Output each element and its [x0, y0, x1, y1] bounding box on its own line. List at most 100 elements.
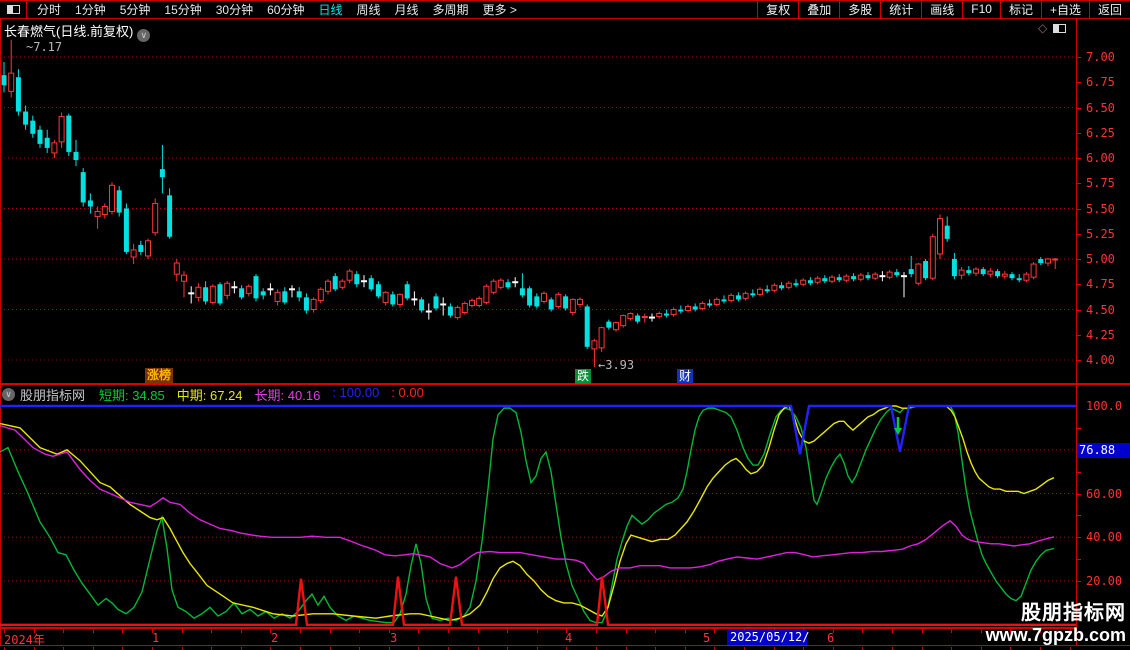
period-menu-item[interactable]: 5分钟 — [113, 1, 158, 18]
timeline-tick — [714, 629, 715, 633]
action-menu: 复权叠加多股统计画线F10标记+自选返回 — [757, 0, 1130, 18]
period-menu-item[interactable]: 日线 — [311, 1, 349, 18]
price-axis-label: 6.75 — [1086, 75, 1115, 89]
watermark-brand: 股朋指标网 — [986, 596, 1126, 625]
axis-tick — [1076, 428, 1081, 429]
indicator-value-pair: : 0.00 — [391, 385, 424, 404]
axis-tick — [1076, 133, 1081, 134]
timeline-tick — [981, 629, 982, 633]
split-window-icon — [7, 5, 20, 14]
timeline-tick — [892, 629, 893, 633]
indicator-values: 短期: 34.85中期: 67.24长期: 40.16: 100.00: 0.0… — [99, 385, 436, 404]
axis-tick — [1076, 284, 1081, 285]
axis-tick — [1076, 108, 1081, 109]
axis-tick — [1076, 537, 1081, 538]
timeline-tick — [63, 629, 64, 633]
indicator-title: 股朋指标网 — [20, 385, 85, 404]
timeline-label: 1 — [152, 631, 159, 645]
action-menu-item[interactable]: +自选 — [1041, 0, 1089, 18]
split-window-icon[interactable] — [1053, 24, 1066, 33]
period-menu-item[interactable]: 15分钟 — [157, 1, 208, 18]
timeline-tick — [330, 629, 331, 633]
timeline-tick — [951, 629, 952, 633]
timeline-tick — [685, 629, 686, 633]
indicator-current-value: 76.88 — [1077, 443, 1130, 458]
price-axis-label: 4.50 — [1086, 303, 1115, 317]
action-menu-item[interactable]: 画线 — [921, 0, 962, 18]
indicator-axis-label: 40.00 — [1086, 530, 1122, 544]
axis-tick — [1076, 158, 1081, 159]
timeline-label: 6 — [827, 631, 834, 645]
price-axis-label: 5.50 — [1086, 202, 1115, 216]
zhangbang-tag: 涨榜 — [145, 368, 173, 383]
price-axis-label: 4.75 — [1086, 277, 1115, 291]
action-menu-item[interactable]: 返回 — [1089, 0, 1130, 18]
timeline-label: 3 — [390, 631, 397, 645]
period-menu-item[interactable]: 更多 > — [476, 1, 524, 18]
crosshair-date-box: 2025/05/12/— — [727, 630, 807, 645]
period-menu-item[interactable]: 30分钟 — [209, 1, 260, 18]
timeline-label: 2 — [271, 631, 278, 645]
period-menu-item[interactable]: 分时 — [30, 1, 68, 18]
timeline-tick — [507, 629, 508, 633]
level-100-blue — [0, 406, 1076, 454]
timeline-label: 4 — [565, 631, 572, 645]
axis-tick — [1076, 310, 1081, 311]
timeline-tick — [862, 629, 863, 633]
axis-tick — [1076, 183, 1081, 184]
timeline-bottom-border — [0, 645, 1130, 646]
timeline-tick — [182, 629, 183, 633]
period-menu-item[interactable]: 1分钟 — [68, 1, 113, 18]
zero-line-red — [0, 577, 1076, 625]
diamond-icon[interactable]: ◇ — [1038, 21, 1047, 35]
action-menu-item[interactable]: 叠加 — [798, 0, 839, 18]
action-menu-item[interactable]: F10 — [962, 0, 1000, 18]
cai-marker: 财 — [677, 369, 693, 384]
axis-tick — [1076, 259, 1081, 260]
price-axis-label: 5.00 — [1086, 252, 1115, 266]
mid-term-yellow — [0, 406, 1054, 620]
action-menu-item[interactable]: 标记 — [1000, 0, 1041, 18]
timeline-tick — [93, 629, 94, 633]
axis-separator — [1076, 18, 1077, 646]
axis-tick — [1076, 82, 1081, 83]
axis-tick — [1076, 57, 1081, 58]
short-term-green — [0, 406, 1054, 623]
timeline-tick — [418, 629, 419, 633]
timeline-tick — [448, 629, 449, 633]
period-menu-item[interactable]: 60分钟 — [260, 1, 311, 18]
period-menu-item[interactable]: 周线 — [349, 1, 387, 18]
indicator-chart-canvas[interactable] — [0, 402, 1076, 628]
chevron-down-icon[interactable]: ∨ — [2, 388, 15, 401]
indicator-value-pair: 短期: 34.85 — [99, 385, 165, 404]
period-menu-item[interactable]: 月线 — [388, 1, 426, 18]
axis-tick — [1076, 559, 1081, 560]
timeline-tick — [922, 629, 923, 633]
action-menu-item[interactable]: 统计 — [880, 0, 921, 18]
timeline-tick — [122, 629, 123, 633]
layout-toggle-button[interactable] — [0, 0, 27, 18]
timeline-tick — [359, 629, 360, 633]
chart-title-text: 长春燃气(日线.前复权) — [4, 24, 133, 39]
action-menu-item[interactable]: 多股 — [839, 0, 880, 18]
indicator-header: ∨ 股朋指标网 短期: 34.85中期: 67.24长期: 40.16: 100… — [2, 386, 436, 402]
timeline-label: 2024年 — [4, 631, 45, 648]
axis-tick — [1076, 209, 1081, 210]
price-axis-label: 4.25 — [1086, 328, 1115, 342]
indicator-axis-label: 60.00 — [1086, 487, 1122, 501]
action-menu-item[interactable]: 复权 — [757, 0, 798, 18]
period-menu-item[interactable]: 多周期 — [426, 1, 476, 18]
long-term-magenta — [0, 426, 1054, 580]
indicator-axis-label: 20.00 — [1086, 574, 1122, 588]
peak-price-annotation: ~7.17 — [26, 40, 62, 54]
timeline-tick — [596, 629, 597, 633]
axis-tick — [1076, 494, 1081, 495]
candles — [2, 40, 1058, 367]
axis-tick — [1076, 360, 1081, 361]
price-axis-label: 5.25 — [1086, 227, 1115, 241]
kline-chart-canvas[interactable] — [0, 38, 1076, 384]
period-menu: 分时1分钟5分钟15分钟30分钟60分钟日线周线月线多周期更多 > — [30, 0, 524, 18]
price-axis-label: 5.75 — [1086, 176, 1115, 190]
timeline-label: 5 — [703, 631, 710, 645]
timeline-tick — [626, 629, 627, 633]
